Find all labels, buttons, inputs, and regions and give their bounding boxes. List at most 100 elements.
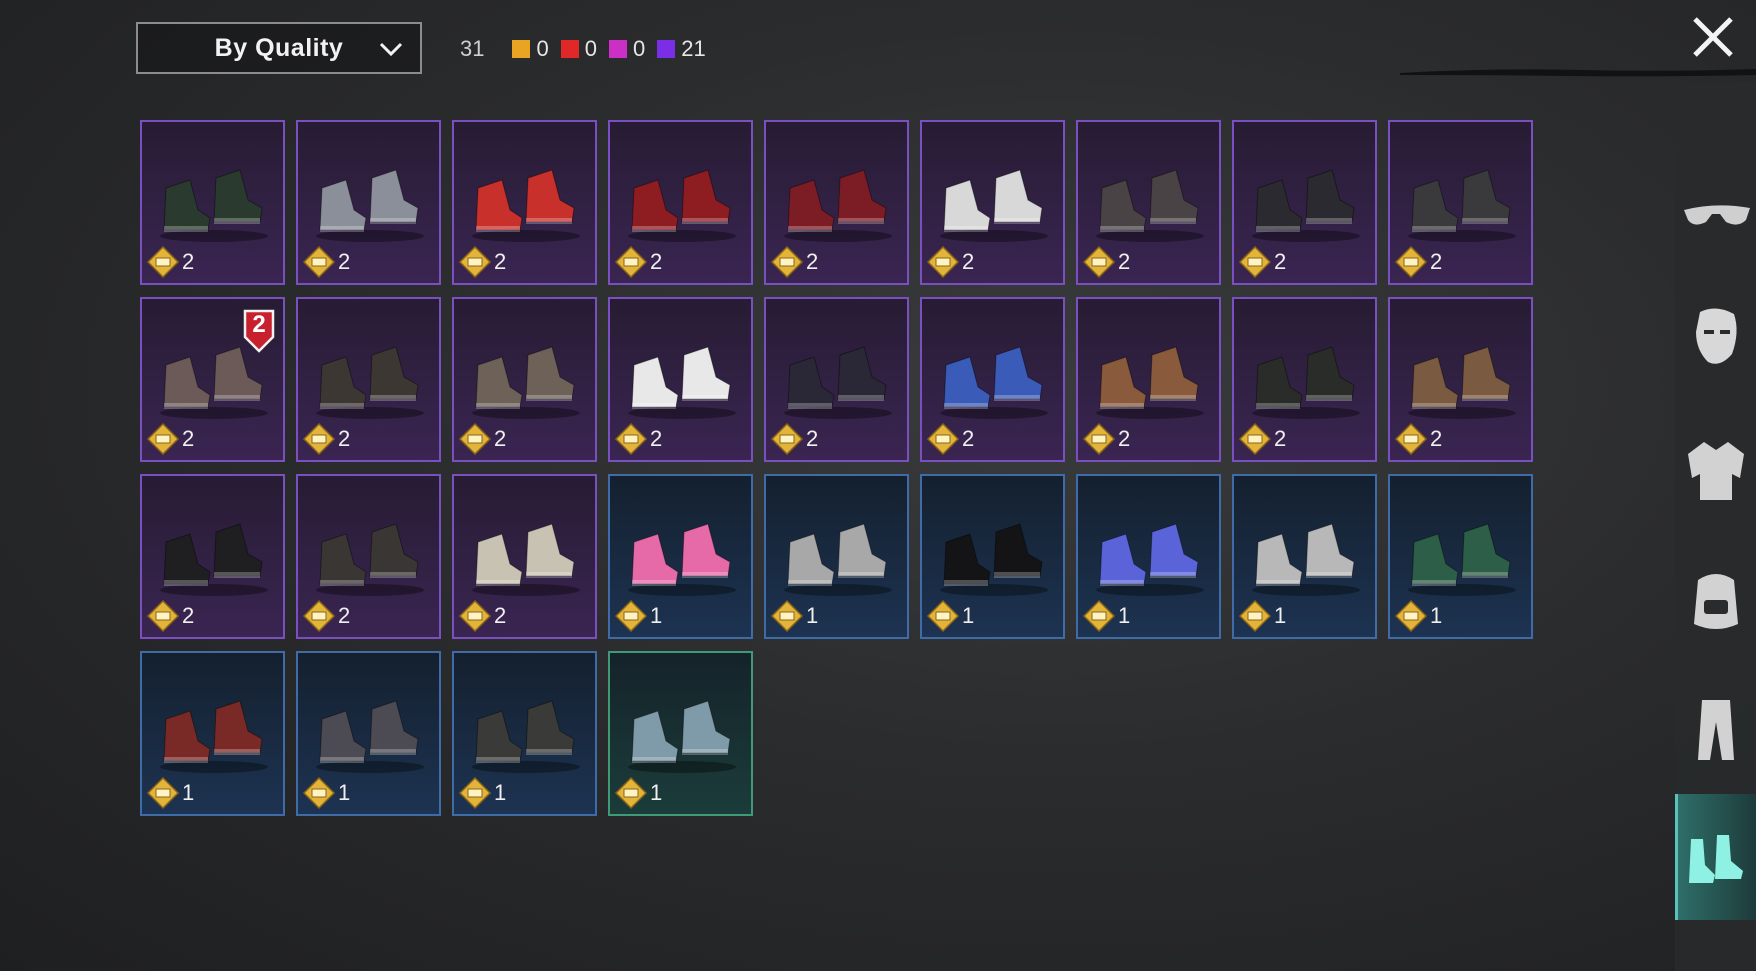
item-tile[interactable]: 2: [140, 474, 285, 639]
shoe-image: [472, 700, 580, 773]
item-price-value: 2: [1430, 426, 1443, 451]
item-tile[interactable]: 2: [1388, 297, 1533, 462]
item-price: 2: [614, 245, 662, 279]
face-mask-icon: [1695, 308, 1737, 364]
item-tile[interactable]: 1: [764, 474, 909, 639]
shoe-image: [472, 523, 580, 596]
item-tile[interactable]: 2: [764, 297, 909, 462]
coupon-icon: [1082, 422, 1116, 456]
shoe-image: [316, 700, 424, 773]
item-tile[interactable]: 2: [1388, 120, 1533, 285]
quality-count-pink[interactable]: 0: [608, 36, 646, 62]
sidebar-item-shoes[interactable]: [1675, 794, 1756, 920]
item-tile[interactable]: 1: [296, 651, 441, 816]
item-tile[interactable]: 2: [452, 120, 597, 285]
item-price: 2: [458, 599, 506, 633]
item-price-value: 2: [338, 249, 351, 274]
item-price-value: 2: [494, 426, 507, 451]
item-price: 1: [614, 776, 662, 810]
shoes-icon: [1689, 835, 1743, 883]
coupon-icon: [770, 245, 804, 279]
shoe-image: [316, 169, 424, 242]
shoe-image: [316, 523, 424, 596]
jacket-icon: [1687, 442, 1744, 500]
item-tile[interactable]: 22: [140, 297, 285, 462]
item-price-value: 1: [494, 780, 507, 805]
coupon-icon: [302, 245, 336, 279]
shoe-image: [160, 169, 268, 242]
item-price-value: 2: [338, 603, 351, 628]
sidebar-item-face[interactable]: [1675, 278, 1756, 398]
item-tile[interactable]: 1: [1076, 474, 1221, 639]
item-tile[interactable]: 2: [764, 120, 909, 285]
item-price-value: 2: [1274, 249, 1287, 274]
item-price-value: 2: [650, 426, 663, 451]
item-tile[interactable]: 2: [452, 297, 597, 462]
sidebar-item-pants[interactable]: [1675, 670, 1756, 790]
item-price: 2: [926, 422, 974, 456]
quality-count-red[interactable]: 0: [560, 36, 597, 62]
item-tile[interactable]: 1: [920, 474, 1065, 639]
item-price: 1: [458, 776, 506, 810]
sidebar-item-glasses[interactable]: [1675, 156, 1756, 276]
quality-counts: 31 0 0 0 21: [460, 34, 718, 64]
item-tile[interactable]: 2: [452, 474, 597, 639]
sidebar-item-jacket[interactable]: [1675, 410, 1756, 530]
item-price-value: 1: [806, 603, 819, 628]
item-price: 1: [146, 776, 194, 810]
coupon-icon: [1082, 599, 1116, 633]
coupon-icon: [770, 422, 804, 456]
shoe-image: [784, 169, 892, 242]
sort-dropdown[interactable]: By Quality: [136, 22, 422, 74]
shoe-image: [784, 523, 892, 596]
sidebar-item-backpack[interactable]: [1675, 540, 1756, 660]
shoe-image: [160, 700, 268, 773]
item-tile[interactable]: 2: [608, 120, 753, 285]
item-price-value: 2: [650, 249, 663, 274]
backpack-icon: [1693, 574, 1738, 629]
pants-icon: [1697, 700, 1734, 760]
quality-count-value: 0: [632, 36, 646, 61]
item-tile[interactable]: 1: [1388, 474, 1533, 639]
item-tile[interactable]: 1: [608, 651, 753, 816]
shoe-image: [472, 346, 580, 419]
item-price-value: 2: [182, 426, 195, 451]
quality-count-orange[interactable]: 0: [512, 36, 549, 62]
close-icon[interactable]: [1690, 14, 1736, 60]
item-price-value: 2: [806, 426, 819, 451]
item-tile[interactable]: 1: [1232, 474, 1377, 639]
coupon-icon: [926, 245, 960, 279]
item-tile[interactable]: 2: [608, 297, 753, 462]
item-tile[interactable]: 2: [920, 297, 1065, 462]
item-tile[interactable]: 2: [1076, 120, 1221, 285]
item-price-value: 2: [182, 603, 195, 628]
level-badge: 2: [241, 307, 277, 353]
item-price: 2: [614, 422, 662, 456]
coupon-icon: [926, 422, 960, 456]
item-tile[interactable]: 1: [140, 651, 285, 816]
item-tile[interactable]: 2: [1076, 297, 1221, 462]
coupon-icon: [1394, 599, 1428, 633]
quality-swatch-purple: [657, 40, 676, 58]
item-price-value: 2: [806, 249, 819, 274]
item-price: 1: [1238, 599, 1286, 633]
item-tile[interactable]: 1: [452, 651, 597, 816]
shoe-image: [1408, 169, 1516, 242]
quality-count-purple[interactable]: 21: [657, 36, 706, 62]
item-tile[interactable]: 2: [296, 120, 441, 285]
item-tile[interactable]: 2: [140, 120, 285, 285]
shoe-image: [1096, 523, 1204, 596]
item-price: 2: [1082, 245, 1130, 279]
coupon-icon: [770, 599, 804, 633]
item-tile[interactable]: 2: [1232, 120, 1377, 285]
shoe-image: [628, 700, 736, 773]
sunglasses-icon: [1683, 205, 1750, 225]
item-tile[interactable]: 1: [608, 474, 753, 639]
item-tile[interactable]: 2: [1232, 297, 1377, 462]
item-tile[interactable]: 2: [296, 297, 441, 462]
item-tile[interactable]: 2: [296, 474, 441, 639]
item-price-value: 1: [182, 780, 195, 805]
coupon-icon: [146, 599, 180, 633]
item-tile[interactable]: 2: [920, 120, 1065, 285]
shoe-image: [940, 523, 1048, 596]
